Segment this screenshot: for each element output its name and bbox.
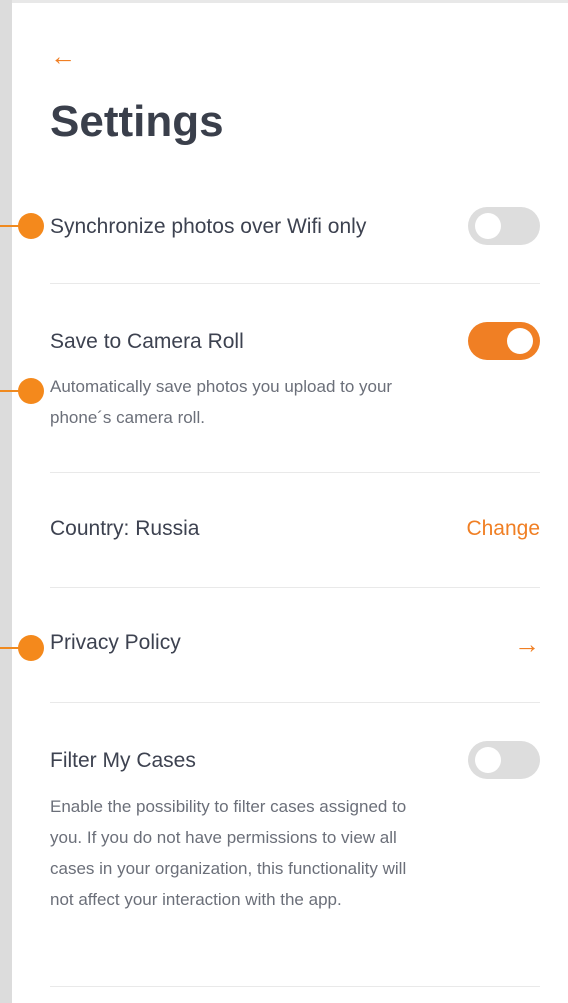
marker-dot-icon — [18, 635, 44, 661]
camera-roll-description: Automatically save photos you upload to … — [50, 377, 393, 427]
setting-filter-cases: Filter My Cases Enable the possibility t… — [50, 741, 540, 951]
marker-dot-icon — [18, 213, 44, 239]
page-title: Settings — [50, 97, 224, 146]
camera-roll-toggle[interactable] — [468, 322, 540, 360]
setting-country: Country: Russia Change — [50, 517, 540, 547]
divider — [50, 702, 540, 703]
divider — [50, 472, 540, 473]
setting-wifi-sync: Synchronize photos over Wifi only — [50, 207, 540, 247]
wifi-sync-toggle[interactable] — [468, 207, 540, 245]
setting-privacy-policy[interactable]: Privacy Policy → — [50, 631, 540, 661]
marker-dot-icon — [18, 378, 44, 404]
annotation-marker — [0, 378, 46, 404]
wifi-sync-label: Synchronize photos over Wifi only — [50, 215, 367, 238]
camera-roll-label: Save to Camera Roll — [50, 330, 244, 353]
filter-cases-description: Enable the possibility to filter cases a… — [50, 797, 407, 909]
divider — [50, 587, 540, 588]
annotation-marker — [0, 213, 46, 239]
arrow-right-icon[interactable]: → — [514, 631, 540, 657]
toggle-knob — [475, 213, 501, 239]
settings-screen: ← Settings Synchronize photos over Wifi … — [12, 0, 568, 1003]
filter-cases-label: Filter My Cases — [50, 749, 196, 772]
change-country-link[interactable]: Change — [466, 517, 540, 541]
annotation-marker — [0, 635, 46, 661]
country-label: Country: Russia — [50, 517, 199, 541]
toggle-knob — [507, 328, 533, 354]
filter-cases-toggle[interactable] — [468, 741, 540, 779]
toggle-knob — [475, 747, 501, 773]
setting-camera-roll: Save to Camera Roll Automatically save p… — [50, 322, 540, 442]
country-value: Russia — [135, 517, 200, 540]
divider — [50, 986, 540, 987]
divider — [50, 283, 540, 284]
privacy-policy-label: Privacy Policy — [50, 631, 181, 654]
back-arrow-icon[interactable]: ← — [50, 41, 80, 71]
country-prefix: Country: — [50, 517, 130, 540]
